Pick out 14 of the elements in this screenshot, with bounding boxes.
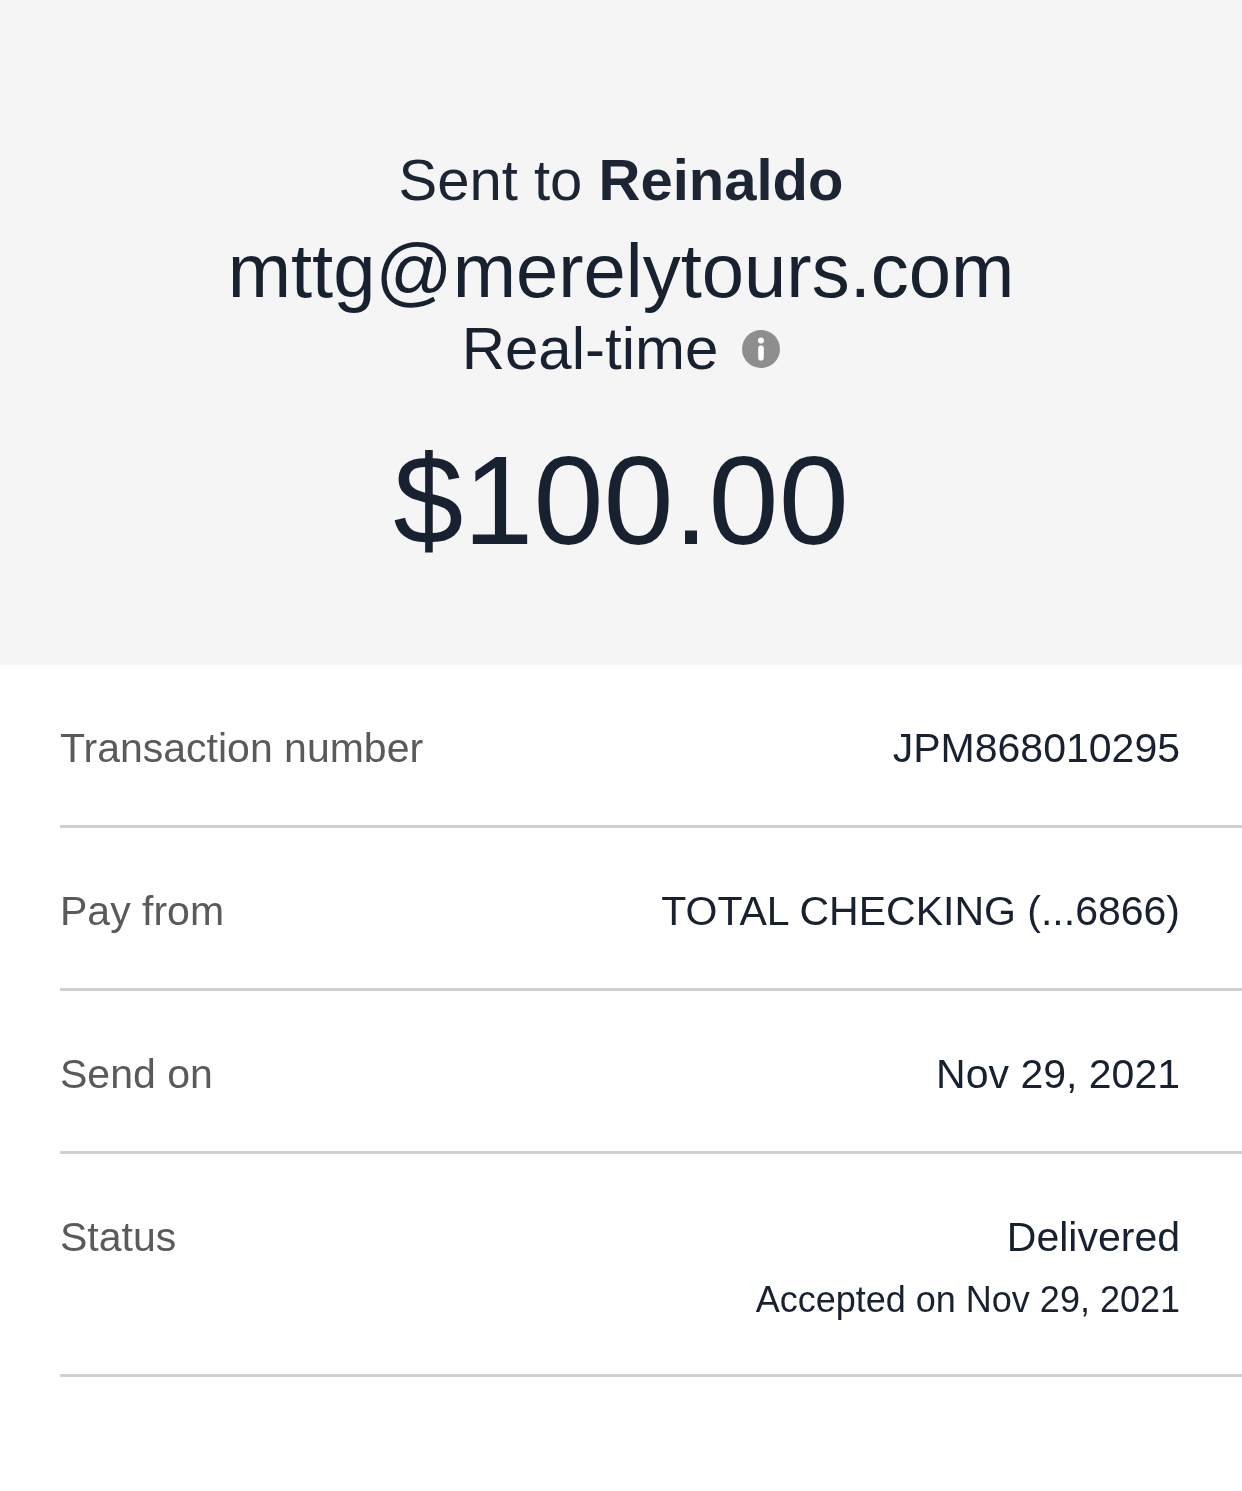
detail-label: Transaction number	[60, 724, 424, 773]
detail-value: JPM868010295	[892, 724, 1180, 773]
detail-label: Status	[60, 1213, 177, 1262]
delivery-speed: Real-time	[461, 314, 719, 384]
info-icon[interactable]	[742, 330, 781, 368]
amount-text: $100.00	[393, 429, 849, 573]
detail-label: Send on	[60, 1050, 213, 1099]
recipient-heading: Sent to Reinaldo	[398, 146, 844, 214]
detail-note: Accepted on Nov 29, 2021	[755, 1278, 1180, 1322]
detail-label: Pay from	[60, 887, 225, 936]
recipient-email: mttg@merelytours.com	[227, 228, 1015, 314]
detail-value: Delivered	[1006, 1213, 1180, 1262]
detail-value: Nov 29, 2021	[936, 1050, 1180, 1099]
detail-value: TOTAL CHECKING (...6866)	[661, 887, 1180, 936]
